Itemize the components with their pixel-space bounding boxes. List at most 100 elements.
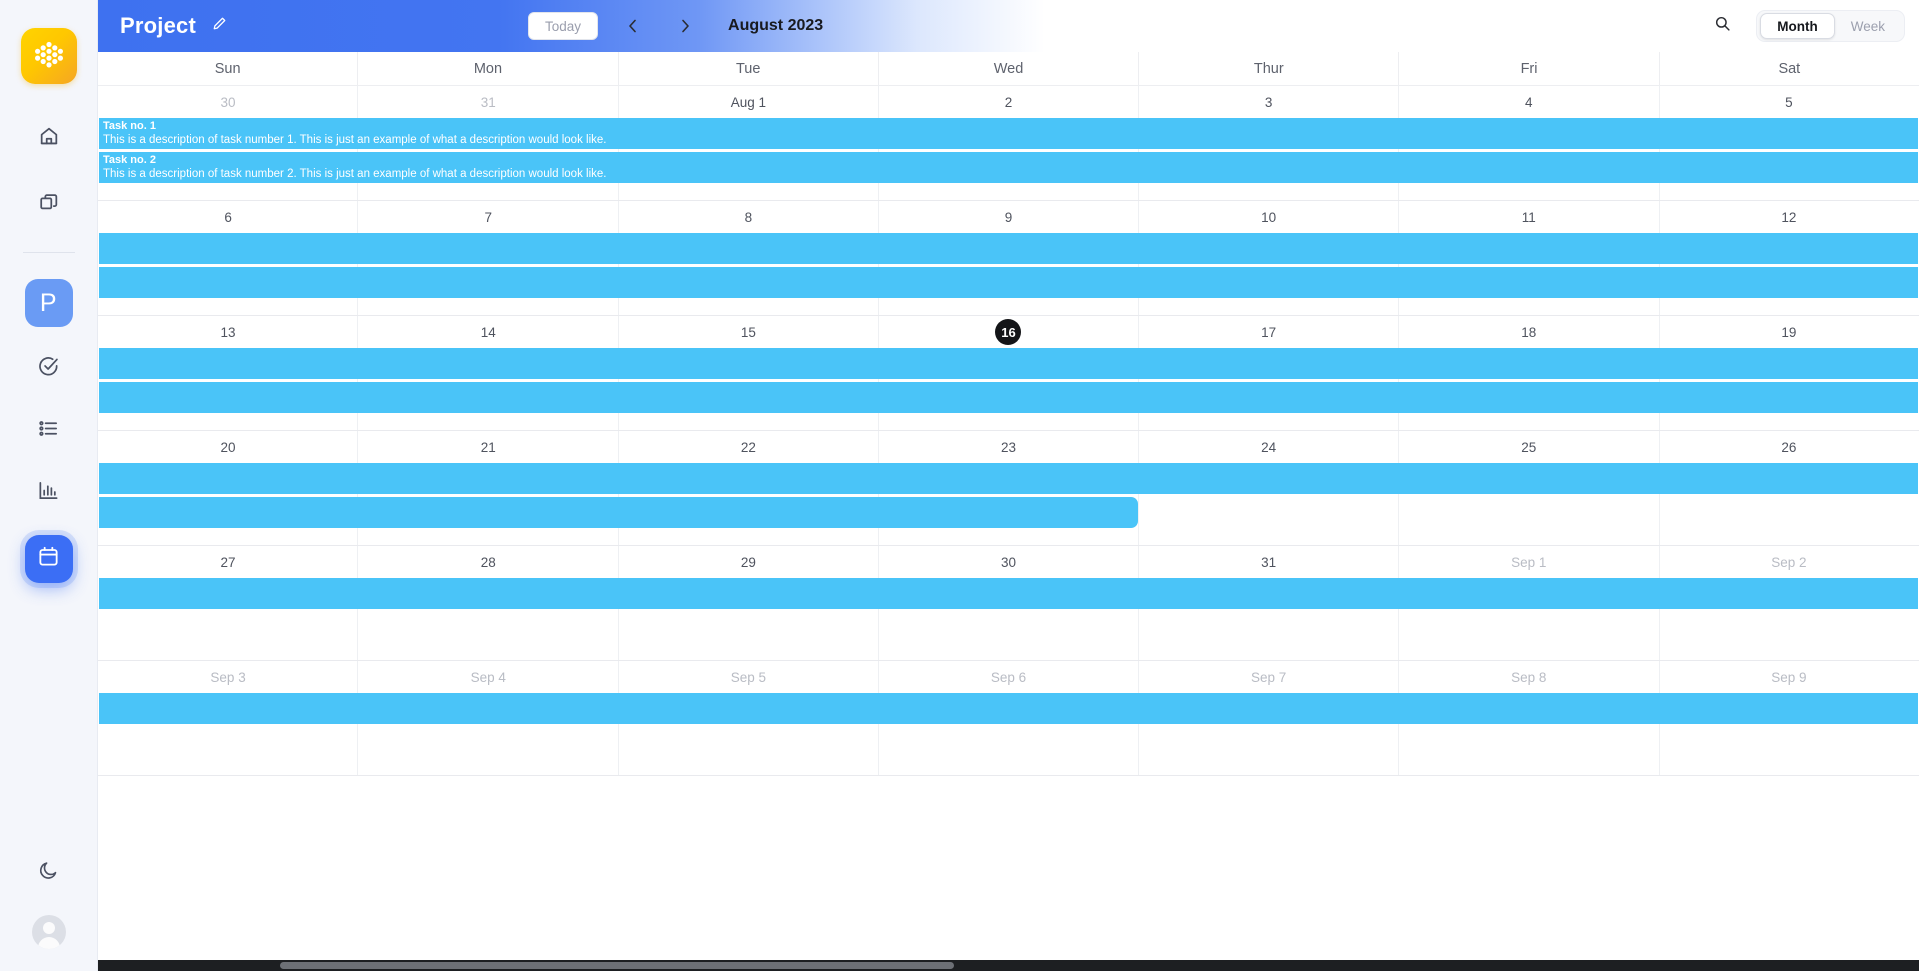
tab-month[interactable]: Month [1760, 13, 1835, 39]
day-of-week-fri: Fri [1399, 52, 1660, 85]
day-number[interactable]: 30 [878, 546, 1138, 578]
task-bar[interactable] [99, 233, 1918, 264]
day-number[interactable]: 31 [1139, 546, 1399, 578]
sidebar-bottom-nav [0, 853, 97, 949]
day-number[interactable]: 21 [358, 431, 618, 463]
dark-mode-toggle[interactable] [25, 853, 73, 893]
task-bar[interactable]: Task no. 1 This is a description of task … [99, 118, 1918, 149]
day-number[interactable]: Sep 1 [1399, 546, 1659, 578]
task-bar[interactable] [99, 382, 1918, 413]
sidebar-item-home[interactable] [25, 118, 73, 158]
home-icon [38, 125, 60, 152]
day-number[interactable]: 9 [878, 201, 1138, 233]
day-number[interactable]: Sep 9 [1659, 661, 1919, 693]
main-area: Project Today August 2023 Month Week Sun… [98, 0, 1919, 971]
day-number[interactable]: 19 [1659, 316, 1919, 348]
chevron-right-icon [682, 19, 689, 33]
task-bar[interactable] [99, 693, 1918, 724]
page-title: Project [120, 13, 196, 38]
day-number[interactable]: Sep 6 [878, 661, 1138, 693]
task-bar[interactable] [99, 348, 1918, 379]
day-number[interactable]: Sep 4 [358, 661, 618, 693]
day-number-row: 13 14 15 16 17 18 19 [98, 316, 1919, 348]
day-number[interactable]: 31 [358, 86, 618, 118]
day-number[interactable]: 14 [358, 316, 618, 348]
day-of-week-thur: Thur [1139, 52, 1400, 85]
day-number[interactable]: 11 [1399, 201, 1659, 233]
day-number[interactable]: 12 [1659, 201, 1919, 233]
calendar-week: Sep 3 Sep 4 Sep 5 Sep 6 Sep 7 Sep 8 Sep 9 [98, 661, 1919, 776]
task-bar[interactable]: Task no. 2 This is a description of task … [99, 152, 1918, 183]
day-number[interactable]: 13 [98, 316, 358, 348]
project-avatar[interactable]: P [24, 279, 73, 327]
day-number[interactable]: Sep 5 [618, 661, 878, 693]
day-number[interactable]: 5 [1659, 86, 1919, 118]
task-bar[interactable] [99, 267, 1918, 298]
day-of-week-wed: Wed [879, 52, 1140, 85]
day-number[interactable]: Sep 8 [1399, 661, 1659, 693]
day-number[interactable]: 29 [618, 546, 878, 578]
day-number[interactable]: 4 [1399, 86, 1659, 118]
list-icon [37, 417, 60, 445]
day-number[interactable]: 15 [618, 316, 878, 348]
sidebar-mid-nav: P [0, 279, 97, 583]
day-number[interactable]: Sep 7 [1139, 661, 1399, 693]
day-number[interactable]: Sep 3 [98, 661, 358, 693]
project-avatar-label: P [39, 288, 58, 317]
day-number[interactable]: 26 [1659, 431, 1919, 463]
day-of-week-mon: Mon [358, 52, 619, 85]
day-number[interactable]: 10 [1139, 201, 1399, 233]
day-number[interactable]: 30 [98, 86, 358, 118]
day-number[interactable]: 25 [1399, 431, 1659, 463]
task-bar-container [98, 348, 1919, 413]
next-period-button[interactable] [668, 9, 702, 43]
honeycomb-logo-icon[interactable] [20, 28, 77, 84]
day-number[interactable]: 27 [98, 546, 358, 578]
day-number[interactable]: Aug 1 [618, 86, 878, 118]
current-period-label: August 2023 [728, 17, 824, 34]
tab-week[interactable]: Week [1835, 13, 1901, 39]
day-number[interactable]: Sep 2 [1659, 546, 1919, 578]
scrollbar-thumb[interactable] [280, 962, 954, 969]
sidebar-divider [22, 252, 75, 253]
task-bar[interactable] [99, 463, 1918, 494]
day-of-week-sat: Sat [1778, 60, 1801, 77]
today-button[interactable]: Today [528, 12, 599, 40]
task-bar-container [98, 693, 1919, 724]
day-number[interactable]: 3 [1139, 86, 1399, 118]
day-number[interactable]: 2 [878, 86, 1138, 118]
sidebar-item-reports[interactable] [25, 473, 73, 513]
task-bar[interactable] [99, 578, 1918, 609]
sidebar-item-tasks[interactable] [25, 349, 73, 389]
user-avatar[interactable] [31, 915, 66, 949]
search-icon [1714, 15, 1731, 37]
horizontal-scrollbar[interactable] [98, 960, 1919, 971]
bar-chart-icon [37, 479, 60, 507]
sidebar-item-calendar[interactable] [24, 535, 73, 583]
calendar-weeks: 30 31 Aug 1 2 3 4 5 Task no. 1 This is a descrip… [98, 86, 1919, 776]
view-mode-switch: Month Week [1756, 10, 1905, 42]
day-number[interactable]: 6 [98, 201, 358, 233]
day-number[interactable]: 18 [1399, 316, 1659, 348]
day-number[interactable]: 7 [358, 201, 618, 233]
calendar-week: 6 7 8 9 10 11 12 [98, 201, 1919, 316]
task-bar[interactable] [99, 497, 1138, 528]
day-number[interactable]: 28 [358, 546, 618, 578]
search-button[interactable] [1710, 14, 1734, 38]
day-of-week-header: Sun Mon Tue Wed Thur Fri Sat [98, 52, 1919, 86]
prev-period-button[interactable] [616, 9, 650, 43]
day-number[interactable]: 17 [1139, 316, 1399, 348]
sidebar-item-workspaces[interactable] [25, 184, 73, 224]
sidebar: P [0, 0, 98, 971]
day-number[interactable]: 16 [878, 316, 1138, 348]
day-number-row: 27 28 29 30 31 Sep 1 Sep 2 [98, 546, 1919, 578]
day-of-week-sun: Sun [98, 52, 359, 85]
day-number[interactable]: 22 [618, 431, 878, 463]
sidebar-item-lists[interactable] [25, 411, 73, 451]
edit-title-button[interactable] [212, 16, 227, 36]
day-number[interactable]: 23 [878, 431, 1138, 463]
task-bar-description: This is a description of task number 2. … [103, 168, 607, 180]
day-number[interactable]: 24 [1139, 431, 1399, 463]
day-number[interactable]: 8 [618, 201, 878, 233]
day-number[interactable]: 20 [98, 431, 358, 463]
